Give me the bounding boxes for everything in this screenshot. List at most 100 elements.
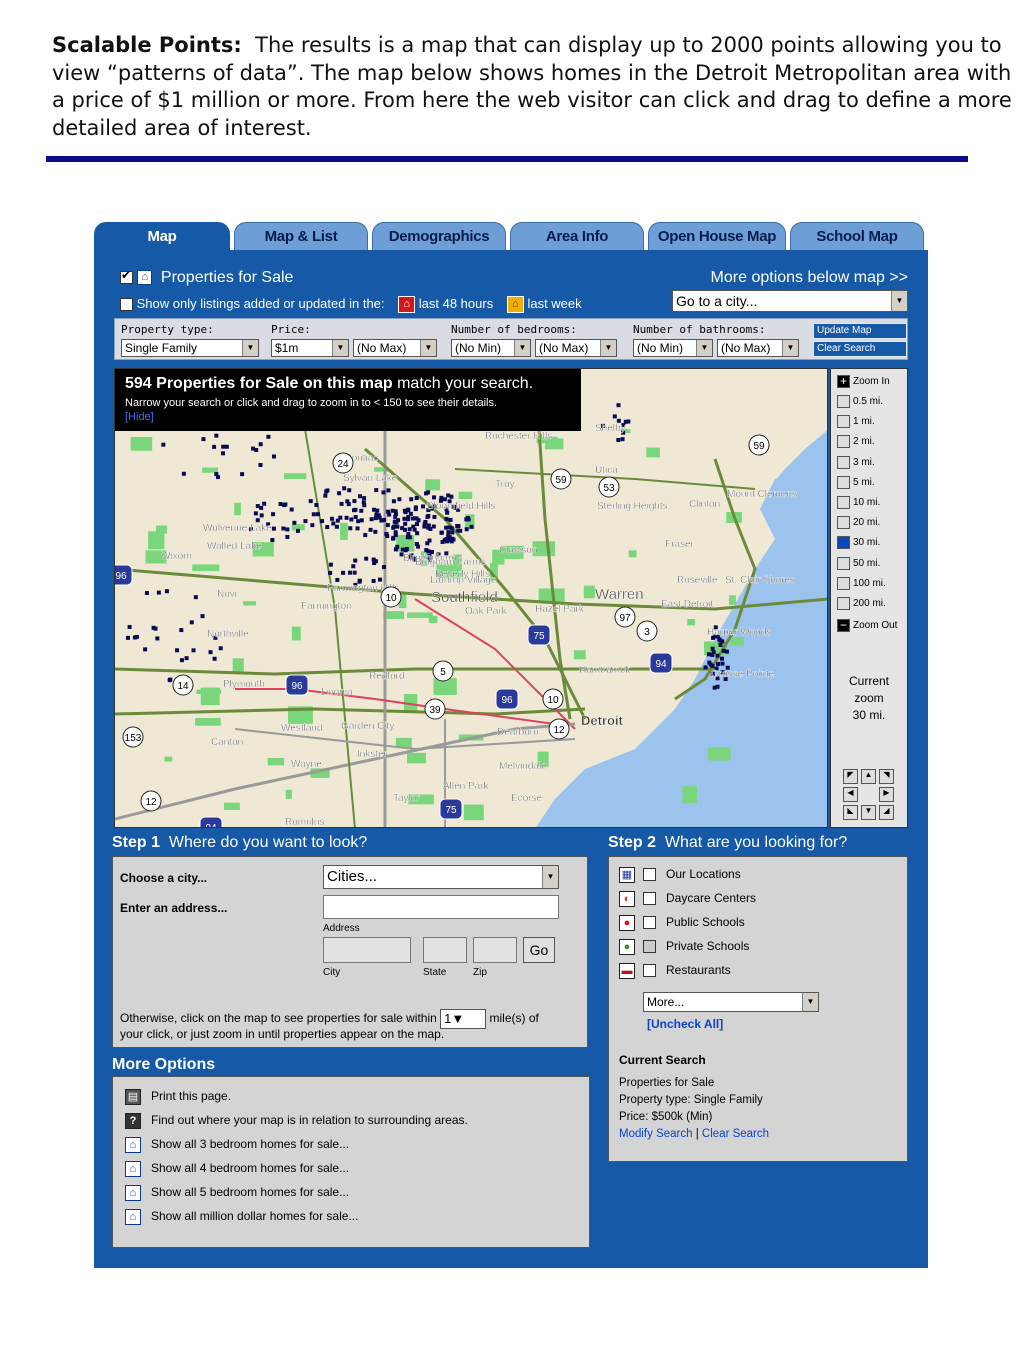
property-dot[interactable] — [359, 508, 364, 513]
property-dot[interactable] — [402, 516, 407, 521]
bathrooms-max-select[interactable]: (No Max) ▼ — [717, 339, 799, 357]
bedrooms-min-select[interactable]: (No Min) ▼ — [451, 339, 531, 357]
property-dot[interactable] — [143, 647, 148, 652]
property-dot[interactable] — [329, 516, 334, 521]
property-dot[interactable] — [155, 636, 160, 641]
property-dot[interactable] — [221, 444, 226, 449]
price-max-select[interactable]: (No Max) ▼ — [353, 339, 437, 357]
property-dot[interactable] — [337, 491, 342, 496]
more-options-link[interactable]: More options below map >> — [711, 269, 908, 287]
property-dot[interactable] — [271, 526, 276, 531]
tab-school-map[interactable]: School Map — [790, 222, 924, 250]
property-dot[interactable] — [432, 495, 437, 500]
property-dot[interactable] — [167, 678, 172, 683]
property-dot[interactable] — [439, 495, 444, 500]
property-dot[interactable] — [390, 508, 395, 513]
step2-checkbox[interactable] — [643, 868, 656, 882]
property-dot[interactable] — [427, 538, 432, 543]
property-dot[interactable] — [175, 648, 180, 653]
step2-item-public-schools[interactable]: ● Public Schools — [619, 913, 745, 931]
property-dot[interactable] — [353, 514, 358, 519]
property-dot[interactable] — [270, 538, 275, 543]
property-dot[interactable] — [403, 548, 408, 553]
recent-only-checkbox[interactable] — [120, 298, 133, 312]
bedrooms-max-select[interactable]: (No Max) ▼ — [535, 339, 617, 357]
property-dot[interactable] — [314, 503, 319, 508]
tab-map-and-list[interactable]: Map & List — [234, 222, 368, 250]
property-dot[interactable] — [349, 517, 354, 522]
property-dot[interactable] — [335, 518, 340, 523]
property-type-select[interactable]: Single Family ▼ — [121, 339, 259, 357]
property-dot[interactable] — [403, 521, 408, 526]
cities-select[interactable]: Cities... ▼ — [323, 865, 559, 889]
property-dot[interactable] — [285, 527, 290, 532]
property-dot[interactable] — [466, 517, 471, 522]
pan-sw-icon[interactable]: ◣ — [843, 805, 858, 820]
zoom-level-0-5-mi[interactable]: 0.5 mi. — [837, 395, 883, 411]
uncheck-all-link[interactable]: [Uncheck All] — [647, 1017, 723, 1031]
property-dot[interactable] — [715, 684, 720, 689]
property-dot[interactable] — [258, 462, 263, 467]
property-dot[interactable] — [208, 650, 213, 655]
step2-checkbox[interactable] — [643, 892, 656, 906]
step2-checkbox[interactable] — [643, 940, 656, 954]
property-dot[interactable] — [391, 525, 396, 530]
property-dot[interactable] — [711, 649, 716, 654]
property-dot[interactable] — [328, 570, 333, 575]
property-dot[interactable] — [331, 521, 336, 526]
property-dot[interactable] — [363, 533, 368, 538]
map-canvas[interactable]: Auburn HillsRochester HillsShelbyPontiac… — [114, 368, 828, 828]
property-dot[interactable] — [716, 662, 721, 667]
property-dot[interactable] — [706, 652, 711, 657]
property-dot[interactable] — [310, 523, 315, 528]
zoom-level-200-mi[interactable]: 200 mi. — [837, 597, 886, 613]
property-dot[interactable] — [451, 537, 456, 542]
property-dot[interactable] — [428, 526, 433, 531]
property-dot[interactable] — [266, 434, 271, 439]
zoom-in-button[interactable]: + Zoom In — [837, 375, 890, 391]
property-dot[interactable] — [184, 656, 189, 661]
property-dot[interactable] — [341, 570, 346, 575]
property-dot[interactable] — [259, 513, 264, 518]
pan-south-icon[interactable]: ▼ — [861, 805, 876, 820]
property-dot[interactable] — [372, 507, 377, 512]
property-dot[interactable] — [424, 491, 429, 496]
property-dot[interactable] — [414, 495, 419, 500]
last-48-link[interactable]: last 48 hours — [419, 296, 493, 311]
property-dot[interactable] — [373, 516, 378, 521]
property-dot[interactable] — [407, 535, 412, 540]
zoom-level-5-mi[interactable]: 5 mi. — [837, 475, 875, 492]
property-dot[interactable] — [352, 570, 357, 575]
property-dot[interactable] — [381, 564, 386, 569]
property-dot[interactable] — [415, 531, 420, 536]
property-dot[interactable] — [179, 628, 184, 633]
pan-north-icon[interactable]: ▲ — [861, 769, 876, 784]
property-dot[interactable] — [612, 414, 617, 419]
property-dot[interactable] — [272, 454, 277, 459]
property-dot[interactable] — [344, 515, 349, 520]
property-dot[interactable] — [448, 517, 453, 522]
property-dot[interactable] — [352, 499, 357, 504]
update-map-button[interactable]: Update Map — [813, 323, 907, 339]
more-option-item[interactable]: ⌂ Show all million dollar homes for sale.… — [125, 1207, 358, 1225]
property-dot[interactable] — [346, 502, 351, 507]
property-dot[interactable] — [378, 577, 383, 582]
property-dot[interactable] — [397, 497, 402, 502]
more-option-item[interactable]: ? Find out where your map is in relation … — [125, 1111, 468, 1129]
go-button[interactable]: Go — [523, 937, 555, 963]
property-dot[interactable] — [464, 527, 469, 532]
property-dot[interactable] — [402, 527, 407, 532]
property-dot[interactable] — [193, 595, 198, 600]
property-dot[interactable] — [387, 512, 392, 517]
property-dot[interactable] — [708, 662, 713, 667]
property-dot[interactable] — [125, 635, 130, 640]
property-dot[interactable] — [362, 496, 367, 501]
property-dot[interactable] — [439, 530, 444, 535]
property-dot[interactable] — [324, 489, 329, 494]
property-dot[interactable] — [395, 544, 400, 549]
zip-input[interactable] — [473, 937, 517, 963]
tab-area-info[interactable]: Area Info — [510, 222, 644, 250]
property-dot[interactable] — [189, 620, 194, 625]
property-dot[interactable] — [724, 649, 729, 654]
property-dot[interactable] — [446, 530, 451, 535]
